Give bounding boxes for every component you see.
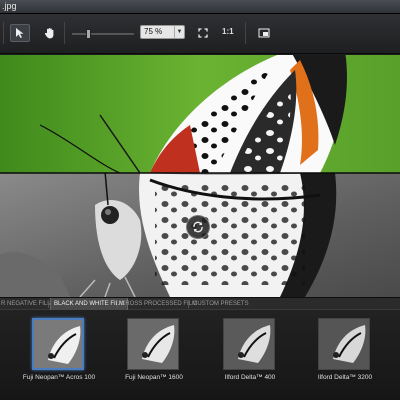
preset-ilford-delta-400[interactable]: Ilford Delta™ 400 <box>215 318 285 398</box>
toolbar-separator <box>245 22 246 44</box>
preset-ilford-delta-3200[interactable]: Ilford Delta™ 3200 <box>310 318 380 398</box>
preset-label: Fuji Neopan™ 1600 <box>125 374 183 381</box>
tab-negative-film[interactable]: R NEGATIVE FILM <box>0 298 55 310</box>
butterfly-thumbnail <box>34 320 82 368</box>
compare-view-icon <box>258 28 270 38</box>
one-to-one-button[interactable]: 1:1 <box>222 27 234 36</box>
preset-label: Ilford Delta™ 400 <box>224 374 276 381</box>
preset-label: Fuji Neopan™ Acros 100 <box>22 374 96 381</box>
window-title-bar: .jpg <box>0 0 400 14</box>
image-preview[interactable] <box>0 55 400 297</box>
zoom-level-select[interactable]: 75 % ▼ <box>140 25 185 39</box>
arrow-pointer-icon <box>16 28 24 38</box>
butterfly-thumbnail <box>128 319 178 369</box>
window-title: .jpg <box>2 1 17 11</box>
tab-separator <box>188 300 189 308</box>
preset-fuji-neopan-acros-100[interactable]: Fuji Neopan™ Acros 100 <box>23 318 95 398</box>
butterfly-thumbnail <box>224 319 274 369</box>
select-tool-button[interactable] <box>10 24 30 42</box>
zoom-slider[interactable] <box>72 29 134 39</box>
tab-custom-presets[interactable]: CUSTOM PRESETS <box>190 298 252 310</box>
preset-thumbnail[interactable] <box>127 318 179 370</box>
film-category-tabs: R NEGATIVE FILM BLACK AND WHITE FILM CRO… <box>0 297 400 310</box>
chevron-down-icon[interactable]: ▼ <box>174 26 184 38</box>
butterfly-thumbnail <box>319 319 369 369</box>
pan-tool-button[interactable] <box>40 24 60 42</box>
toolbar-separator <box>64 22 65 44</box>
fit-to-screen-button[interactable] <box>193 24 213 42</box>
fit-screen-icon <box>198 28 208 38</box>
preset-thumbnail[interactable] <box>223 318 275 370</box>
preset-strip: Fuji Neopan™ Acros 100 Fuji Neopan™ 1600… <box>0 310 400 400</box>
preset-thumbnail[interactable] <box>318 318 370 370</box>
zoom-slider-knob[interactable] <box>86 29 91 39</box>
compare-view-button[interactable] <box>254 24 274 42</box>
zoom-level-value: 75 % <box>144 27 163 36</box>
toolbar-separator <box>3 22 4 44</box>
preset-label: Ilford Delta™ 3200 <box>317 374 373 381</box>
split-view-handle[interactable] <box>186 215 210 239</box>
butterfly-photo <box>0 55 400 297</box>
hand-icon <box>44 28 54 39</box>
preset-thumbnail[interactable] <box>32 318 84 370</box>
tab-separator <box>48 300 49 308</box>
swap-rotate-icon <box>193 221 203 233</box>
toolbar: 75 % ▼ 1:1 <box>0 14 400 54</box>
preset-fuji-neopan-1600[interactable]: Fuji Neopan™ 1600 <box>119 318 189 398</box>
